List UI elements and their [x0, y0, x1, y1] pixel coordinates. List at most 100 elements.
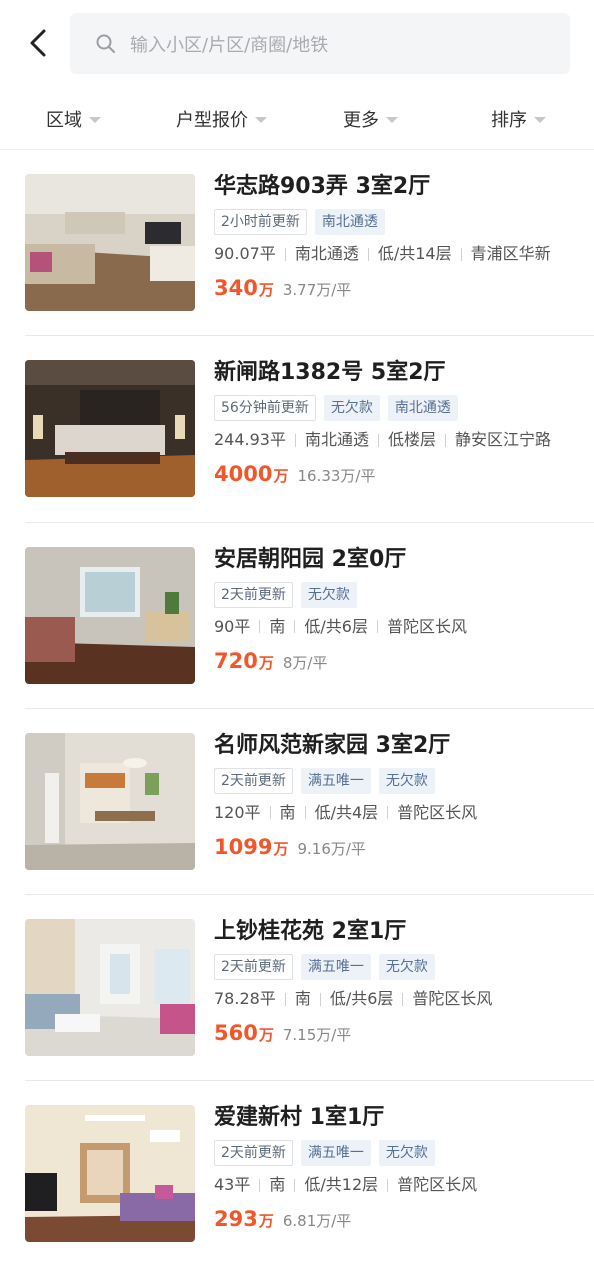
attr-divider: [304, 806, 306, 820]
listing-attr: 43平: [214, 1175, 251, 1195]
price-unit: 万: [258, 1212, 274, 1231]
caret-down-icon: [89, 116, 101, 123]
attr-divider: [294, 1178, 296, 1192]
price-unit: 万: [258, 281, 274, 299]
attr-divider: [376, 620, 378, 634]
listing-tags: 2天前更新 满五唯一 无欠款: [214, 767, 584, 794]
listing-item[interactable]: 华志路903弄 3室2厅 2小时前更新 南北通透 90.07平 南北通透 低/共14层…: [0, 150, 594, 337]
listing-title[interactable]: 华志路903弄 3室2厅: [214, 172, 584, 202]
price-unit: 万: [258, 1026, 274, 1045]
listing-photo[interactable]: [25, 360, 195, 498]
top-bar: 输入小区/片区/商圈/地铁: [0, 0, 594, 88]
filter-label: 户型报价: [176, 110, 248, 131]
total-price: 1099: [214, 834, 273, 859]
feature-tag: 无欠款: [323, 395, 380, 422]
price-row: 4000 万 16.33万/平: [214, 462, 584, 486]
price-unit: 万: [273, 467, 289, 486]
listing-attrs: 120平南低/共4层 普陀区长风: [214, 802, 584, 824]
listing-attr: 普陀区长风: [412, 989, 493, 1009]
listing-attr: 普陀区长风: [397, 1175, 478, 1195]
search-bar[interactable]: 输入小区/片区/商圈/地铁: [70, 13, 570, 74]
total-price: 4000: [214, 462, 273, 487]
listing-title[interactable]: 上钞桂花苑 2室1厅: [214, 917, 584, 947]
listing-attr: 普陀区长风: [386, 616, 467, 636]
listing-attr: 南北通透: [305, 430, 370, 450]
total-price: 560: [214, 1021, 258, 1046]
listing-title[interactable]: 爱建新村 1室1厅: [214, 1103, 584, 1133]
listing-photo[interactable]: [25, 1105, 195, 1243]
unit-price: 8万/平: [282, 653, 328, 672]
feature-tag: 无欠款: [378, 767, 435, 794]
living-room-photo: [25, 174, 195, 311]
filter-sort[interactable]: 排序: [491, 106, 546, 132]
listing-item[interactable]: 名师风范新家园 3室2厅 2天前更新 满五唯一 无欠款 120平南低/共4层 普陀区长…: [0, 709, 594, 896]
search-icon: [96, 34, 115, 53]
listing-attrs: 43平南低/共12层 普陀区长风: [214, 1174, 584, 1196]
unit-price: 3.77万/平: [282, 281, 352, 299]
listing-photo[interactable]: [25, 919, 195, 1057]
listing-tags: 2小时前更新 南北通透: [214, 209, 584, 235]
update-time-tag: 2天前更新: [214, 767, 293, 794]
listing-item[interactable]: 安居朝阳园 2室0厅 2天前更新 无欠款 90平南低/共6层 普陀区长风 720 万…: [0, 523, 594, 710]
listing-info: 新闸路1382号 5室2厅 56分钟前更新 无欠款南北通透 244.93平 南北通透…: [214, 358, 584, 486]
listing-attrs: 244.93平 南北通透 低楼层 静安区江宁路: [214, 429, 584, 451]
listing-attrs: 90.07平 南北通透 低/共14层 青浦区华新: [214, 243, 584, 265]
feature-tag: 无欠款: [378, 954, 435, 981]
feature-tag: 满五唯一: [300, 1140, 371, 1167]
listing-attr: 78.28平: [214, 989, 276, 1009]
listing-attr: 南: [269, 616, 286, 636]
price-row: 293 万 6.81万/平: [214, 1207, 584, 1231]
living-room-photo: [25, 1105, 195, 1243]
listing-attr: 青浦区华新: [470, 244, 551, 263]
filter-more[interactable]: 更多: [343, 106, 398, 132]
dining-room-photo: [25, 732, 195, 870]
update-time-tag: 2天前更新: [214, 1140, 293, 1167]
listing-title[interactable]: 新闸路1382号 5室2厅: [214, 358, 584, 388]
feature-tag: 满五唯一: [300, 954, 371, 981]
search-input[interactable]: 输入小区/片区/商圈/地铁: [130, 31, 328, 57]
update-time-tag: 2小时前更新: [214, 209, 307, 235]
attr-divider: [294, 620, 296, 634]
listing-attr: 90平: [214, 616, 251, 636]
attr-divider: [445, 433, 447, 447]
caret-down-icon: [386, 116, 398, 123]
listing-item[interactable]: 爱建新村 1室1厅 2天前更新 满五唯一 无欠款 43平南低/共12层 普陀区长风 2…: [0, 1081, 594, 1267]
listing-attr: 低/共14层: [377, 244, 452, 263]
listing-title[interactable]: 安居朝阳园 2室0厅: [214, 545, 584, 575]
listing-tags: 2天前更新 满五唯一 无欠款: [214, 1140, 584, 1167]
price-row: 720 万 8万/平: [214, 649, 584, 673]
feature-tag: 无欠款: [300, 581, 357, 608]
filter-bar: 区域 户型报价 更多 排序: [0, 88, 594, 150]
listing-photo[interactable]: [25, 174, 195, 311]
listing-photo[interactable]: [25, 732, 195, 870]
filter-label: 更多: [343, 110, 379, 131]
listing-item[interactable]: 上钞桂花苑 2室1厅 2天前更新 满五唯一 无欠款 78.28平南低/共6层 普陀区长…: [0, 895, 594, 1082]
attr-divider: [460, 247, 462, 261]
listing-attr: 南: [269, 1175, 286, 1195]
price-row: 340 万 3.77万/平: [214, 276, 584, 300]
attr-divider: [387, 1178, 389, 1192]
listing-tags: 2天前更新 满五唯一 无欠款: [214, 954, 584, 981]
filter-area[interactable]: 区域: [46, 106, 101, 132]
unit-price: 9.16万/平: [297, 839, 366, 858]
listing-attr: 低楼层: [388, 430, 437, 450]
listing-attr: 低/共4层: [314, 802, 379, 822]
update-time-tag: 56分钟前更新: [214, 395, 316, 422]
listing-tags: 2天前更新 无欠款: [214, 581, 584, 608]
listing-attr: 静安区江宁路: [455, 430, 552, 450]
price-unit: 万: [258, 653, 274, 672]
filter-layout-price[interactable]: 户型报价: [176, 106, 267, 132]
listing-attr: 低/共12层: [304, 1175, 379, 1195]
listing-item[interactable]: 新闸路1382号 5室2厅 56分钟前更新 无欠款南北通透 244.93平 南北通透…: [0, 336, 594, 523]
price-row: 560 万 7.15万/平: [214, 1021, 584, 1045]
listing-attr: 南: [294, 989, 311, 1009]
bedroom-photo: [25, 360, 195, 498]
living-room-photo: [25, 546, 195, 684]
listing-photo[interactable]: [25, 546, 195, 684]
back-arrow-icon: [30, 29, 46, 57]
listing-title[interactable]: 名师风范新家园 3室2厅: [214, 731, 584, 761]
filter-label: 区域: [46, 110, 82, 131]
back-button[interactable]: [24, 26, 56, 60]
listing-info: 爱建新村 1室1厅 2天前更新 满五唯一 无欠款 43平南低/共12层 普陀区长风 2…: [214, 1103, 584, 1231]
attr-divider: [367, 247, 369, 261]
